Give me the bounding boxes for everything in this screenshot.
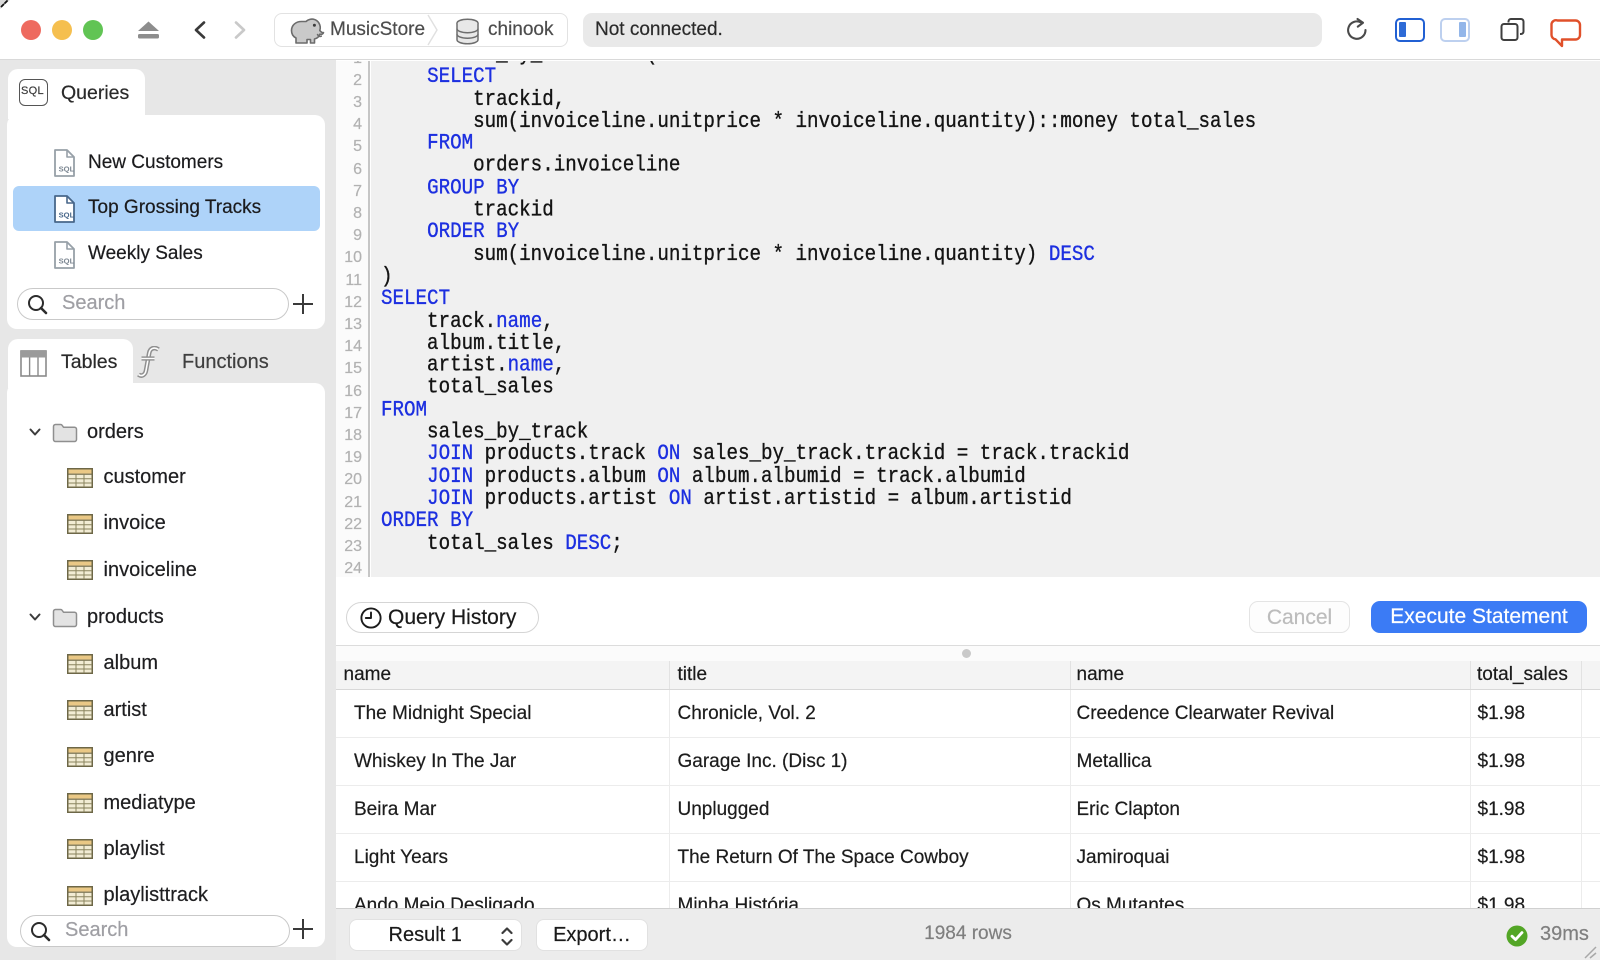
svg-text:SQL: SQL <box>59 210 75 219</box>
svg-text:SQL: SQL <box>59 256 75 265</box>
svg-text:SQL: SQL <box>59 165 75 174</box>
